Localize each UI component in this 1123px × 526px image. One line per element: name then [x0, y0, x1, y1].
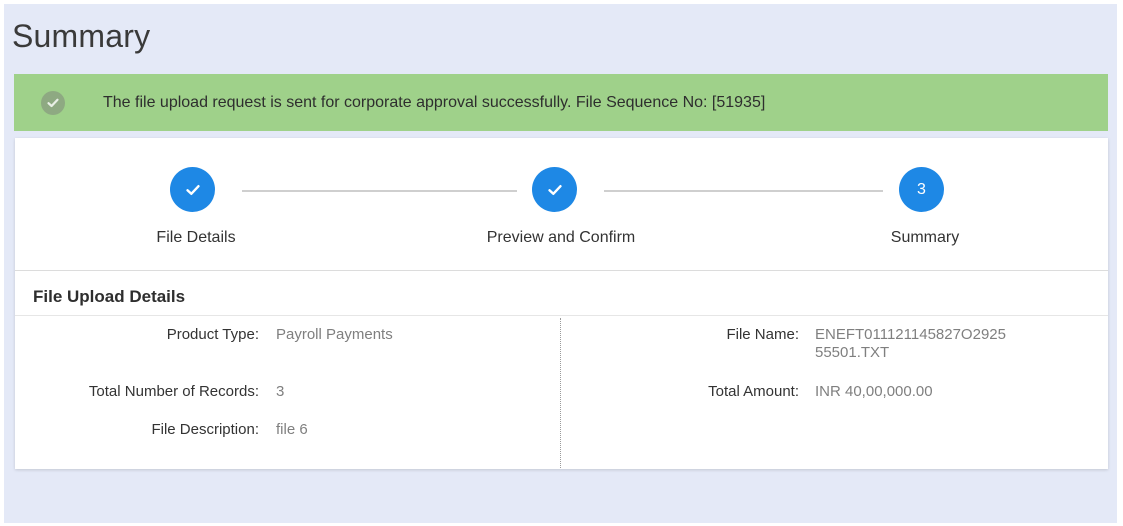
total-amount-value: INR 40,00,000.00 — [815, 383, 933, 400]
step-label-file-details: File Details — [156, 229, 236, 246]
total-records-value: 3 — [276, 383, 285, 400]
success-alert: The file upload request is sent for corp… — [14, 74, 1108, 131]
progress-stepper: 3 File Details Preview and Confirm Summa… — [15, 138, 1108, 271]
section-title: File Upload Details — [33, 287, 186, 306]
file-description-label: File Description: — [151, 421, 259, 438]
total-amount-label: Total Amount: — [708, 383, 799, 400]
check-circle-icon — [41, 91, 65, 115]
step-label-preview-confirm: Preview and Confirm — [486, 229, 636, 246]
step-connector — [242, 190, 517, 192]
file-description-value: file 6 — [276, 421, 308, 438]
section-divider — [15, 315, 1108, 316]
step-2-complete-icon — [532, 167, 577, 212]
summary-card: 3 File Details Preview and Confirm Summa… — [15, 138, 1108, 469]
column-divider — [560, 318, 561, 468]
page-title: Summary — [12, 18, 151, 54]
step-1-complete-icon — [170, 167, 215, 212]
alert-message: The file upload request is sent for corp… — [103, 94, 766, 111]
step-3-current: 3 — [899, 167, 944, 212]
file-name-label: File Name: — [726, 326, 799, 343]
file-name-value-line2: 55501.TXT — [815, 344, 890, 361]
product-type-label: Product Type: — [166, 326, 259, 343]
total-records-label: Total Number of Records: — [88, 383, 259, 400]
step-connector — [604, 190, 883, 192]
step-label-summary: Summary — [890, 229, 960, 246]
product-type-value: Payroll Payments — [276, 326, 393, 343]
file-name-value-line1: ENEFT011121145827O2925 — [815, 326, 1006, 343]
page-frame: Summary The file upload request is sent … — [4, 4, 1117, 523]
